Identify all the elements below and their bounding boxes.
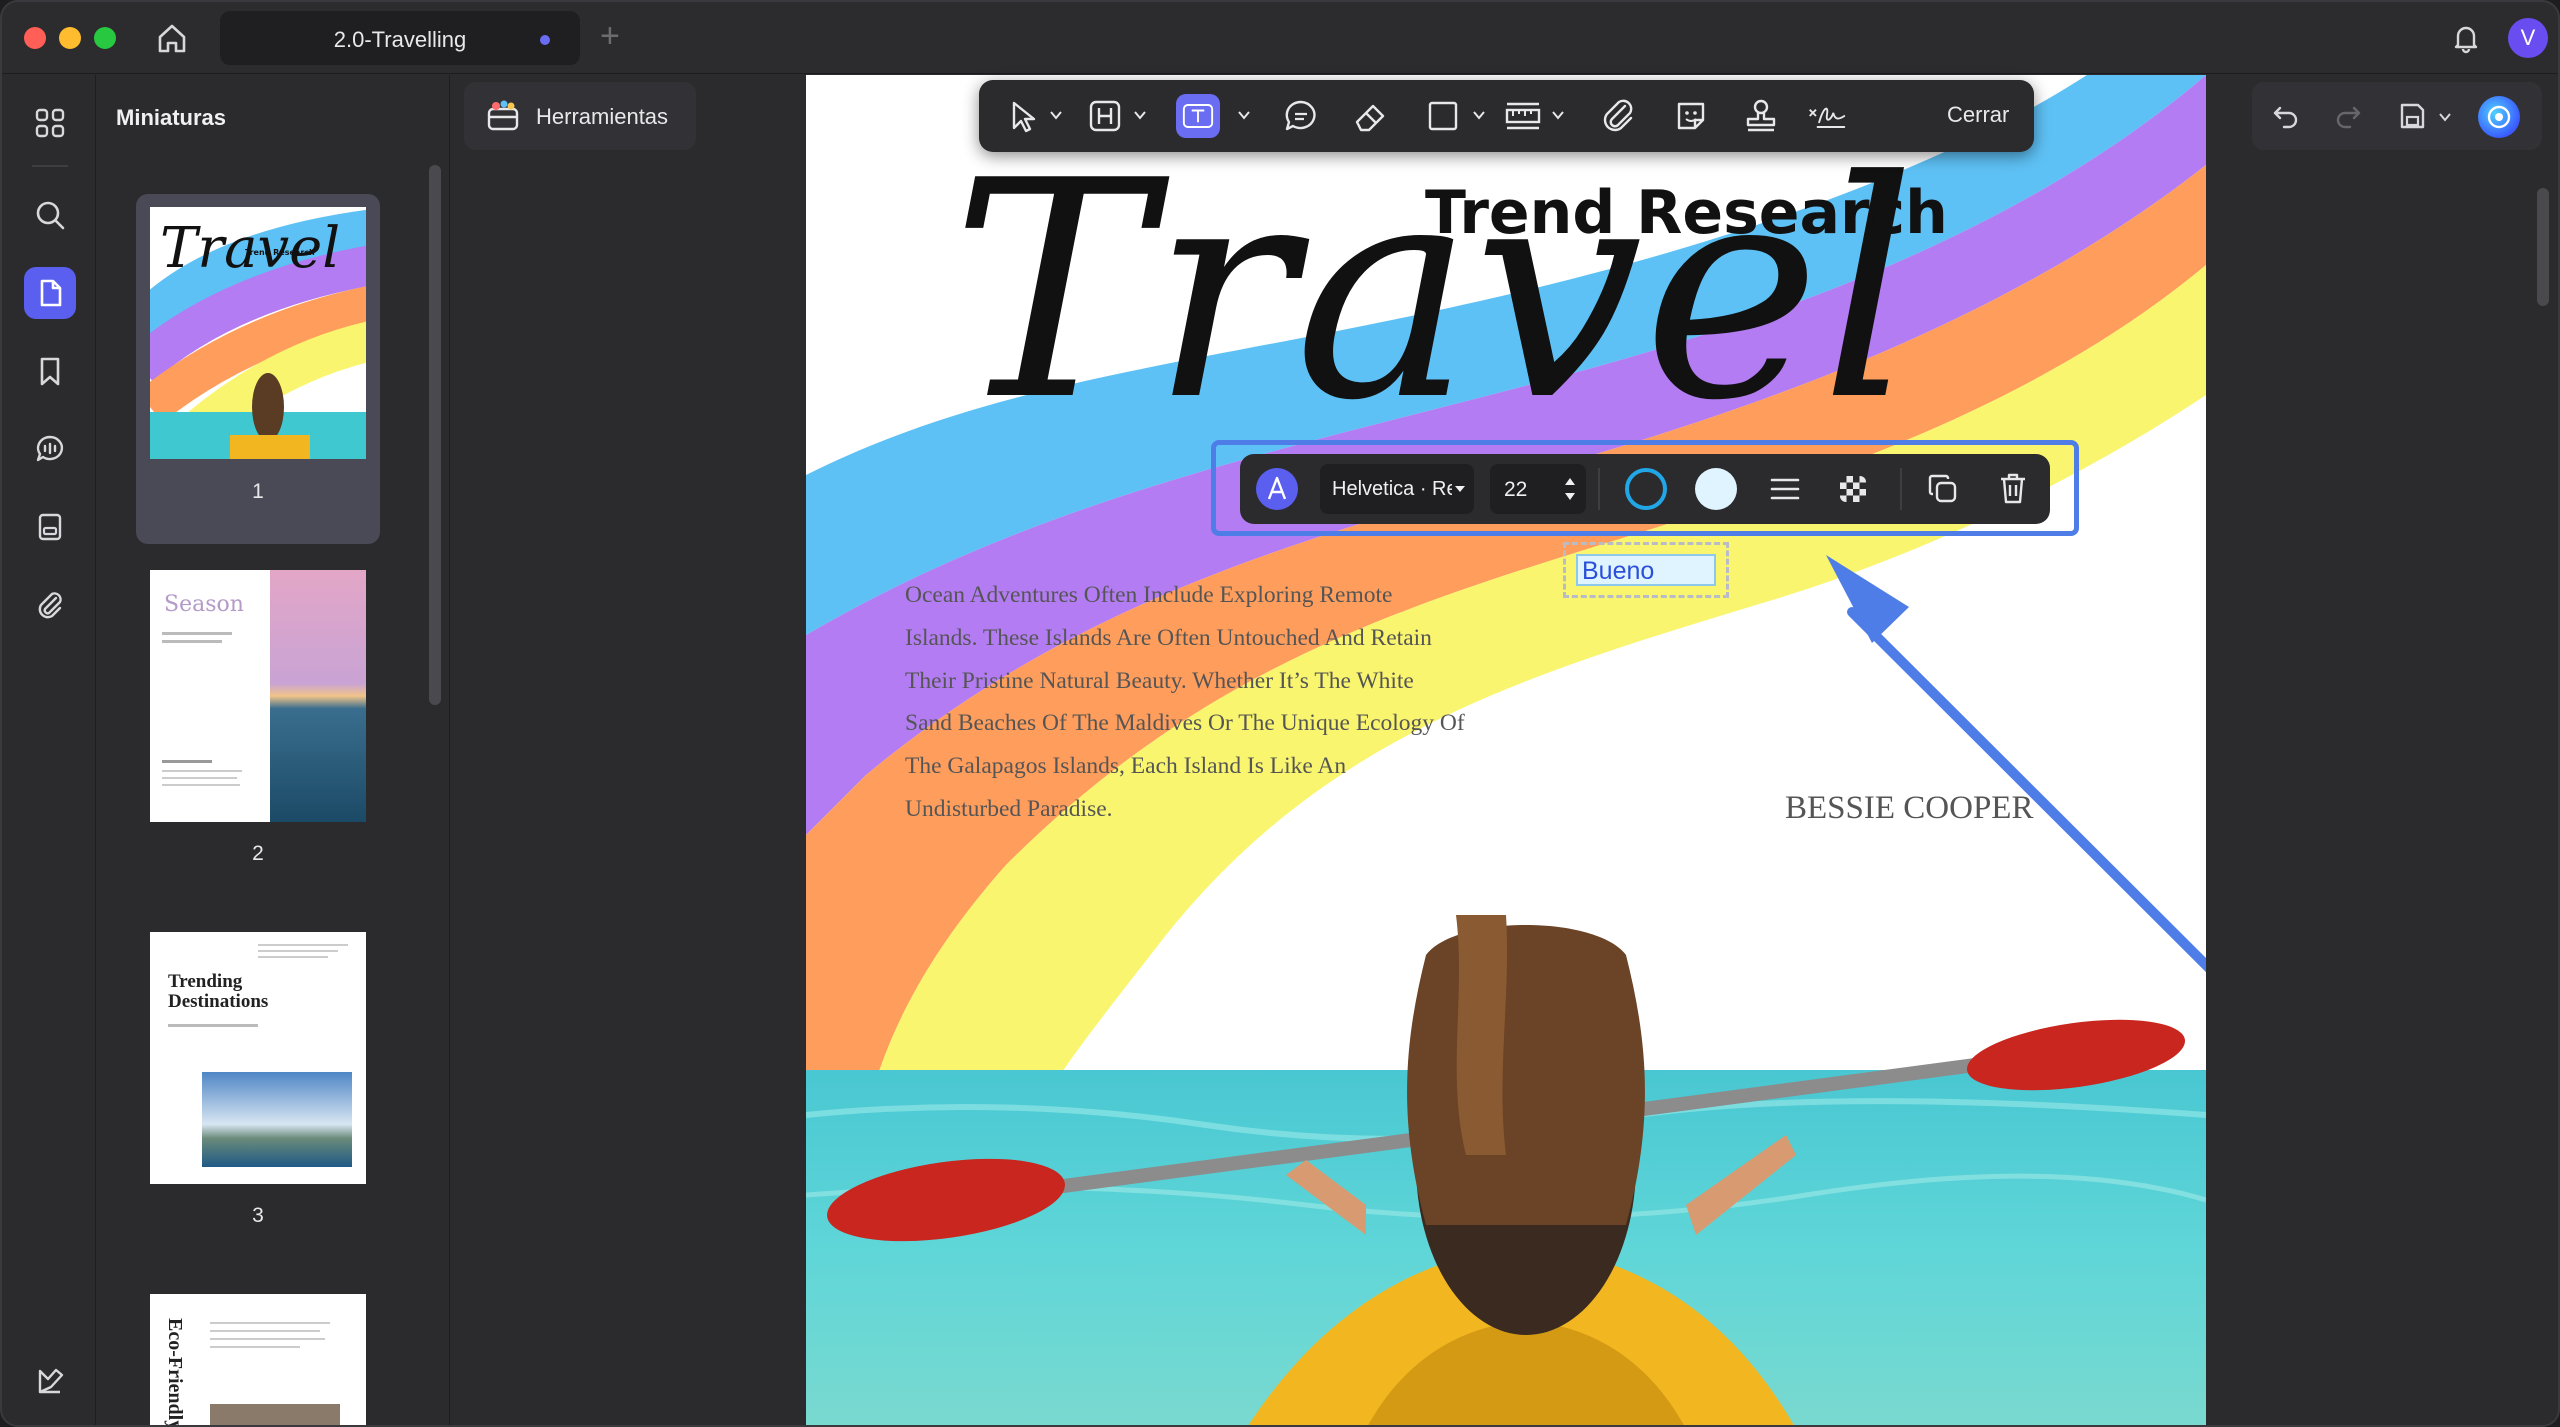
close-toolbar-button[interactable]: Cerrar: [1947, 102, 2009, 128]
thumbnail-3-heading-line1: Trending: [168, 971, 243, 992]
trash-icon[interactable]: [1996, 470, 2030, 506]
select-chevron-down-icon[interactable]: [1049, 108, 1063, 122]
font-family-value: Helvetica · Regular: [1332, 478, 1452, 500]
measure-chevron-down-icon[interactable]: [1551, 108, 1565, 122]
tools-button[interactable]: Herramientas: [464, 82, 696, 150]
thumbnail-3-heading: Trending Destinations: [168, 972, 268, 1012]
text-tool-chevron-down-icon[interactable]: [1237, 108, 1251, 122]
text-box-tool-icon[interactable]: [1176, 94, 1220, 138]
document-page: Travel Trend Research Ocean Adventures O…: [806, 75, 2206, 1427]
grid-view-button[interactable]: [24, 97, 76, 149]
signature-icon[interactable]: [1805, 94, 1849, 138]
redo-icon[interactable]: [2332, 100, 2364, 132]
home-icon[interactable]: [152, 18, 192, 58]
text-color-button[interactable]: [1256, 468, 1298, 510]
minimize-window-button[interactable]: [59, 27, 81, 49]
thumbnail-3-heading-line2: Destinations: [168, 991, 269, 1012]
page-icon: [40, 279, 62, 307]
arrow-annotation[interactable]: [806, 75, 2206, 1427]
comment-tool-icon[interactable]: [1279, 94, 1323, 138]
thumbnail-page-2[interactable]: Season: [150, 570, 366, 822]
document-scrollbar[interactable]: [2537, 188, 2549, 306]
zoom-window-button[interactable]: [94, 27, 116, 49]
save-icon[interactable]: [2396, 100, 2428, 132]
document-tab[interactable]: 2.0-Travelling: [220, 11, 580, 65]
rectangle-icon[interactable]: [1421, 94, 1465, 138]
attachments-button[interactable]: [24, 579, 76, 631]
thumbnail-3-number: 3: [252, 1204, 264, 1227]
thumbnails-button[interactable]: [24, 267, 76, 319]
bell-icon[interactable]: [2446, 18, 2486, 58]
thumbnails-title: Miniaturas: [116, 105, 227, 130]
forms-button[interactable]: [24, 501, 76, 553]
duplicate-icon[interactable]: [1926, 472, 1960, 506]
thumbnail-2-heading: Season: [164, 592, 244, 617]
thumbnails-scrollbar[interactable]: [429, 165, 441, 705]
save-chevron-down-icon[interactable]: [2438, 110, 2452, 124]
thumbnail-page-3[interactable]: Trending Destinations: [150, 932, 366, 1184]
tab-title: 2.0-Travelling: [333, 27, 467, 52]
ai-assistant-icon[interactable]: [2478, 96, 2520, 138]
search-icon: [36, 201, 65, 230]
highlight-chevron-down-icon[interactable]: [1133, 108, 1147, 122]
shape-chevron-down-icon[interactable]: [1472, 108, 1486, 122]
right-toolbar: [2252, 82, 2542, 150]
font-caret-down-icon: [1455, 486, 1465, 492]
thumbnail-1-number: 1: [252, 480, 264, 503]
rail-divider: [32, 165, 68, 167]
new-tab-button[interactable]: +: [600, 16, 620, 56]
font-size-stepper[interactable]: 22: [1490, 464, 1586, 514]
text-box-field[interactable]: Bueno: [1576, 554, 1716, 586]
paperclip-icon: [38, 592, 62, 619]
comment-icon: [36, 435, 64, 462]
sticker-icon[interactable]: [1669, 94, 1713, 138]
themes-button[interactable]: [24, 1355, 76, 1407]
unsaved-dot-icon: [540, 35, 550, 45]
close-window-button[interactable]: [24, 27, 46, 49]
thumbnail-page-4[interactable]: Eco-Friendly: [150, 1294, 366, 1427]
form-icon: [38, 513, 62, 541]
tools-label: Herramientas: [536, 104, 669, 129]
undo-icon[interactable]: [2270, 100, 2302, 132]
left-rail: [2, 75, 96, 1425]
opacity-icon[interactable]: [1838, 474, 1868, 504]
select-arrow-icon[interactable]: [1001, 94, 1045, 138]
thumbnail-2-number: 2: [252, 842, 264, 865]
bookmarks-button[interactable]: [24, 345, 76, 397]
thumbnail-4-heading: Eco-Friendly: [164, 1318, 186, 1427]
align-icon[interactable]: [1768, 472, 1802, 506]
font-a-icon: [1267, 476, 1287, 500]
attachment-icon[interactable]: [1597, 94, 1641, 138]
text-box-value: Bueno: [1582, 557, 1655, 585]
app-window: 2.0-Travelling + V Miniaturas Travel Tre…: [0, 0, 2560, 1427]
fill-color-button[interactable]: [1695, 468, 1737, 510]
user-avatar[interactable]: V: [2508, 18, 2548, 58]
annotation-toolbar: Cerrar: [979, 80, 2034, 152]
toolbar-divider: [1598, 468, 1600, 510]
comments-button[interactable]: [24, 423, 76, 475]
stamp-icon[interactable]: [1739, 94, 1783, 138]
thumbnail-page-1[interactable]: Travel Trend Research: [150, 207, 366, 459]
svg-text:Trend Research: Trend Research: [245, 248, 315, 257]
font-family-select[interactable]: Helvetica · Regular: [1320, 464, 1474, 514]
toolbar-divider-2: [1900, 468, 1902, 510]
text-box-selection[interactable]: Bueno: [1563, 542, 1729, 598]
eraser-icon[interactable]: [1349, 94, 1393, 138]
border-color-button[interactable]: [1625, 468, 1667, 510]
font-size-value: 22: [1504, 478, 1528, 501]
grid-icon: [35, 108, 65, 138]
ruler-icon[interactable]: [1501, 94, 1545, 138]
title-bar: 2.0-Travelling + V: [2, 2, 2558, 74]
toolbox-icon: [487, 100, 519, 131]
bookmark-icon: [40, 357, 60, 386]
sidebar-theme-icon: [38, 1368, 64, 1394]
stepper-arrows-icon[interactable]: [1564, 474, 1576, 504]
text-edit-toolbar: Helvetica · Regular 22: [1240, 454, 2050, 524]
search-button[interactable]: [24, 189, 76, 241]
highlight-icon[interactable]: [1083, 94, 1127, 138]
